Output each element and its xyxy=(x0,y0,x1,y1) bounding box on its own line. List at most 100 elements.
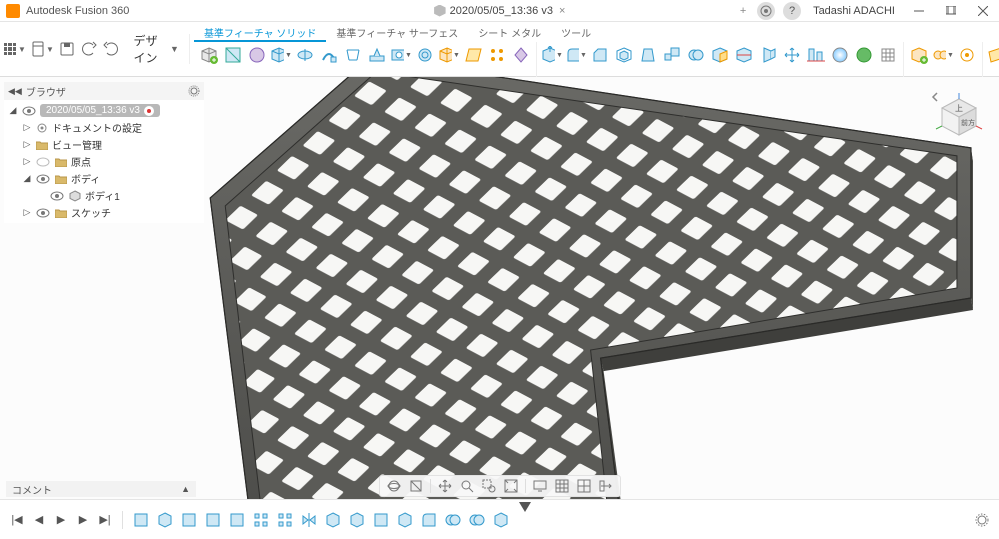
tree-body1[interactable]: ボディ1 xyxy=(4,187,204,204)
tab-solid[interactable]: 基準フィーチャ ソリッド xyxy=(194,22,326,42)
tree-bodies[interactable]: ◢ ボディ xyxy=(4,170,204,187)
split-body-button[interactable] xyxy=(757,44,779,66)
twisty-icon[interactable]: ◢ xyxy=(22,173,32,184)
close-document-icon[interactable]: × xyxy=(559,5,565,17)
orbit-button[interactable] xyxy=(384,477,404,495)
appearance-button[interactable] xyxy=(853,44,875,66)
timeline-start-button[interactable]: |◀ xyxy=(8,511,26,529)
help-button[interactable]: ? xyxy=(783,2,801,20)
twisty-icon[interactable]: ◢ xyxy=(8,105,18,116)
create-form-button[interactable] xyxy=(246,44,268,66)
extrude-button[interactable]: ▼ xyxy=(270,44,292,66)
tree-doc-settings[interactable]: ▷ ドキュメントの設定 xyxy=(4,119,204,136)
visibility-off-icon[interactable] xyxy=(35,156,51,168)
revolve-button[interactable] xyxy=(294,44,316,66)
offset-plane-button[interactable]: ▼ xyxy=(987,44,999,66)
timeline-play-button[interactable]: ▶ xyxy=(52,511,70,529)
twisty-icon[interactable]: ▷ xyxy=(22,156,32,167)
move-button[interactable] xyxy=(781,44,803,66)
chevron-up-icon[interactable]: ▲ xyxy=(181,484,190,494)
physical-material-button[interactable] xyxy=(829,44,851,66)
window-maximize-button[interactable] xyxy=(935,0,967,22)
timeline-feature-extrude-5[interactable] xyxy=(491,510,511,530)
pan-button[interactable] xyxy=(435,477,455,495)
visibility-icon[interactable] xyxy=(21,105,37,117)
gear-icon[interactable] xyxy=(188,85,200,97)
plane-button[interactable] xyxy=(462,44,484,66)
timeline-settings-button[interactable] xyxy=(973,511,991,529)
window-close-button[interactable] xyxy=(967,0,999,22)
save-button[interactable] xyxy=(58,37,76,61)
rib-button[interactable] xyxy=(366,44,388,66)
timeline-feature-extrude-4[interactable] xyxy=(395,510,415,530)
tab-sheet-metal[interactable]: シート メタル xyxy=(468,22,551,42)
timeline-feature-mirror-1[interactable] xyxy=(299,510,319,530)
collapse-icon[interactable]: ◀◀ xyxy=(8,86,22,97)
look-at-button[interactable] xyxy=(406,477,426,495)
sweep-button[interactable] xyxy=(318,44,340,66)
window-minimize-button[interactable] xyxy=(903,0,935,22)
timeline-end-button[interactable]: ▶| xyxy=(96,511,114,529)
tree-origin[interactable]: ▷ 原点 xyxy=(4,153,204,170)
grid-settings-button[interactable] xyxy=(552,477,572,495)
timeline-feature-sketch-1[interactable] xyxy=(131,510,151,530)
timeline-feature-sketch-3[interactable] xyxy=(203,510,223,530)
new-tab-button[interactable]: + xyxy=(733,5,753,17)
visibility-icon[interactable] xyxy=(35,207,51,219)
align-button[interactable] xyxy=(805,44,827,66)
timeline-feature-fillet-1[interactable] xyxy=(419,510,439,530)
scale-button[interactable] xyxy=(661,44,683,66)
fit-button[interactable] xyxy=(501,477,521,495)
workspace-switcher[interactable]: デザイン ▼ xyxy=(124,34,190,64)
chamfer-button[interactable] xyxy=(589,44,611,66)
undo-button[interactable] xyxy=(80,37,98,61)
file-menu-button[interactable]: ▼ xyxy=(30,37,54,61)
derive-button[interactable] xyxy=(510,44,532,66)
loft-button[interactable] xyxy=(342,44,364,66)
timeline-back-button[interactable]: ◀ xyxy=(30,511,48,529)
offset-face-button[interactable] xyxy=(709,44,731,66)
timeline-feature-sketch-5[interactable] xyxy=(371,510,391,530)
timeline-feature-sketch-2[interactable] xyxy=(179,510,199,530)
timeline-marker[interactable] xyxy=(519,502,531,512)
timeline-forward-button[interactable]: ▶ xyxy=(74,511,92,529)
comments-bar[interactable]: コメント ▲ xyxy=(6,481,196,497)
viewcube[interactable]: 上 前方 xyxy=(931,89,987,145)
timeline-feature-extrude-1[interactable] xyxy=(155,510,175,530)
extensions-button[interactable] xyxy=(757,2,775,20)
hole-button[interactable]: ▼ xyxy=(390,44,412,66)
timeline-feature-extrude-3[interactable] xyxy=(347,510,367,530)
create-sketch-button[interactable] xyxy=(222,44,244,66)
timeline-feature-combine-1[interactable] xyxy=(443,510,463,530)
tree-sketches[interactable]: ▷ スケッチ xyxy=(4,204,204,221)
user-name[interactable]: Tadashi ADACHI xyxy=(805,5,903,17)
tree-root[interactable]: ◢ 2020/05/05_13:36 v3 xyxy=(4,102,204,119)
viewport-layout-button[interactable] xyxy=(574,477,594,495)
browser-header[interactable]: ◀◀ ブラウザ xyxy=(4,82,204,100)
timeline-feature-pattern-1[interactable] xyxy=(251,510,271,530)
combine-button[interactable] xyxy=(685,44,707,66)
twisty-icon[interactable]: ▷ xyxy=(22,139,32,150)
display-settings-button[interactable] xyxy=(530,477,550,495)
extend-button[interactable] xyxy=(596,477,616,495)
tab-surface[interactable]: 基準フィーチャ サーフェス xyxy=(326,22,468,42)
joint-button[interactable]: ▼ xyxy=(932,44,954,66)
data-panel-button[interactable]: ▼ xyxy=(4,37,26,61)
timeline-feature-pattern-2[interactable] xyxy=(275,510,295,530)
redo-button[interactable] xyxy=(102,37,120,61)
zoom-button[interactable] xyxy=(457,477,477,495)
split-face-button[interactable] xyxy=(733,44,755,66)
zoom-window-button[interactable] xyxy=(479,477,499,495)
visibility-icon[interactable] xyxy=(35,173,51,185)
thread-button[interactable] xyxy=(414,44,436,66)
twisty-icon[interactable]: ▷ xyxy=(22,122,32,133)
new-component-asm-button[interactable] xyxy=(908,44,930,66)
press-pull-button[interactable]: ▼ xyxy=(541,44,563,66)
shell-button[interactable] xyxy=(613,44,635,66)
twisty-icon[interactable]: ▷ xyxy=(22,207,32,218)
tree-named-views[interactable]: ▷ ビュー管理 xyxy=(4,136,204,153)
new-component-button[interactable] xyxy=(198,44,220,66)
document-tab[interactable]: 2020/05/05_13:36 v3 × xyxy=(434,5,566,17)
fillet-button[interactable]: ▼ xyxy=(565,44,587,66)
box-button[interactable]: ▼ xyxy=(438,44,460,66)
